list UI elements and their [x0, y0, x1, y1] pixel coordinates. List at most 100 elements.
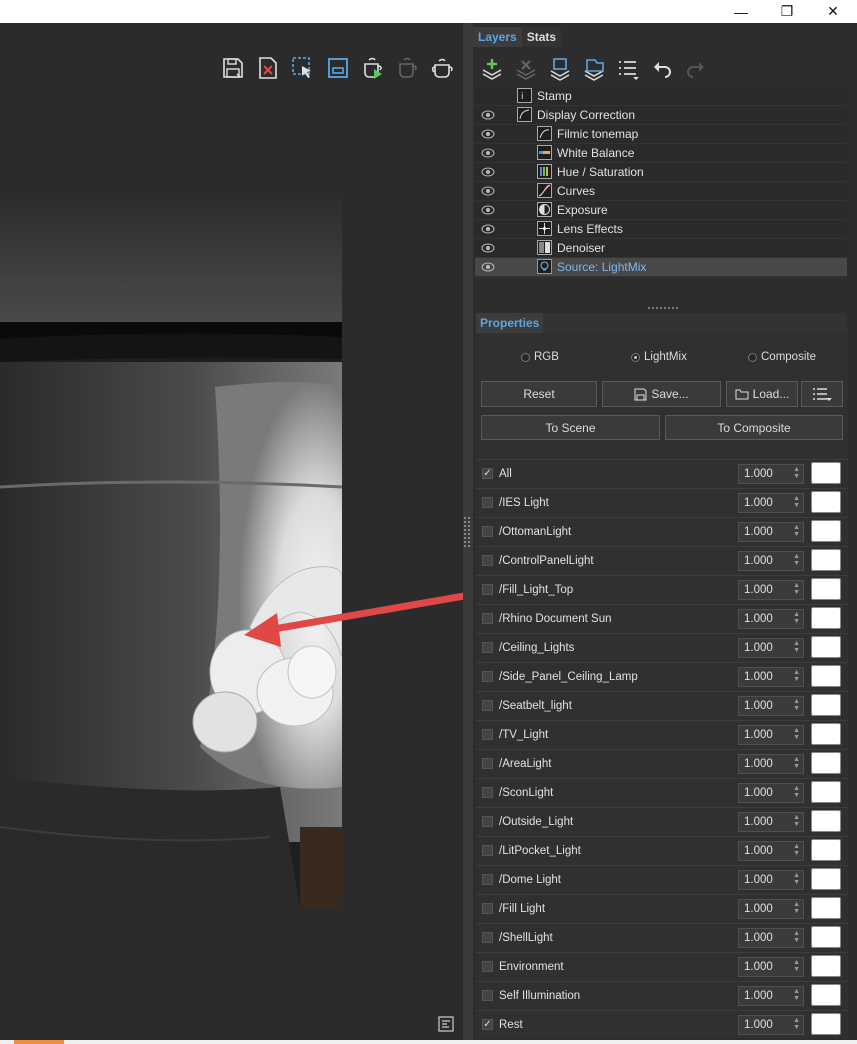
spinner-arrows-icon[interactable]: ▲ ▼ [793, 466, 800, 480]
layer-row-white-balance[interactable]: White Balance [475, 144, 847, 163]
light-color-swatch[interactable] [811, 984, 841, 1006]
layer-row-exposure[interactable]: Exposure [475, 201, 847, 220]
spinner-arrows-icon[interactable]: ▲ ▼ [793, 553, 800, 567]
light-color-swatch[interactable] [811, 636, 841, 658]
light-enable-checkbox[interactable] [482, 555, 493, 566]
light-enable-checkbox[interactable] [482, 613, 493, 624]
light-color-swatch[interactable] [811, 955, 841, 977]
spinner-arrows-icon[interactable]: ▲ ▼ [793, 959, 800, 973]
light-enable-checkbox[interactable] [482, 961, 493, 972]
light-color-swatch[interactable] [811, 839, 841, 861]
light-color-swatch[interactable] [811, 607, 841, 629]
minimize-icon[interactable]: — [718, 0, 764, 23]
layer-row-denoiser[interactable]: Denoiser [475, 239, 847, 258]
tab-stats[interactable]: Stats [521, 27, 562, 47]
light-intensity-spinner[interactable]: 1.000 ▲ ▼ [738, 812, 804, 832]
reset-button[interactable]: Reset [481, 381, 597, 407]
spinner-arrows-icon[interactable]: ▲ ▼ [793, 582, 800, 596]
spinner-arrows-icon[interactable]: ▲ ▼ [793, 872, 800, 886]
layer-row-filmic-tonemap[interactable]: Filmic tonemap [475, 125, 847, 144]
eye-icon[interactable] [481, 262, 495, 272]
panel-splitter[interactable] [463, 23, 473, 1042]
light-color-swatch[interactable] [811, 520, 841, 542]
eye-icon[interactable] [481, 110, 495, 120]
load-button[interactable]: Load... [726, 381, 798, 407]
light-intensity-spinner[interactable]: 1.000 ▲ ▼ [738, 725, 804, 745]
light-intensity-spinner[interactable]: 1.000 ▲ ▼ [738, 580, 804, 600]
light-color-swatch[interactable] [811, 491, 841, 513]
light-enable-checkbox[interactable] [482, 700, 493, 711]
light-color-swatch[interactable] [811, 1013, 841, 1035]
light-enable-checkbox[interactable]: ✓ [482, 468, 493, 479]
close-icon[interactable]: ✕ [810, 0, 856, 23]
light-intensity-spinner[interactable]: 1.000 ▲ ▼ [738, 696, 804, 716]
spinner-arrows-icon[interactable]: ▲ ▼ [793, 669, 800, 683]
light-enable-checkbox[interactable] [482, 671, 493, 682]
spinner-arrows-icon[interactable]: ▲ ▼ [793, 495, 800, 509]
light-color-swatch[interactable] [811, 897, 841, 919]
spinner-arrows-icon[interactable]: ▲ ▼ [793, 930, 800, 944]
eye-icon[interactable] [481, 129, 495, 139]
light-color-swatch[interactable] [811, 694, 841, 716]
layers-properties-splitter[interactable] [473, 306, 857, 312]
save-layers-icon[interactable] [580, 55, 608, 83]
restore-icon[interactable]: ❐ [764, 0, 810, 23]
spinner-arrows-icon[interactable]: ▲ ▼ [793, 524, 800, 538]
light-intensity-spinner[interactable]: 1.000 ▲ ▼ [738, 522, 804, 542]
light-intensity-spinner[interactable]: 1.000 ▲ ▼ [738, 783, 804, 803]
layer-row-hue-saturation[interactable]: Hue / Saturation [475, 163, 847, 182]
light-enable-checkbox[interactable] [482, 787, 493, 798]
light-enable-checkbox[interactable] [482, 816, 493, 827]
eye-icon[interactable] [481, 224, 495, 234]
light-intensity-spinner[interactable]: 1.000 ▲ ▼ [738, 464, 804, 484]
layer-row-curves[interactable]: Curves [475, 182, 847, 201]
light-enable-checkbox[interactable] [482, 845, 493, 856]
light-color-swatch[interactable] [811, 810, 841, 832]
light-intensity-spinner[interactable]: 1.000 ▲ ▼ [738, 1015, 804, 1035]
spinner-arrows-icon[interactable]: ▲ ▼ [793, 901, 800, 915]
light-color-swatch[interactable] [811, 781, 841, 803]
light-enable-checkbox[interactable] [482, 990, 493, 1001]
eye-icon[interactable] [481, 243, 495, 253]
light-intensity-spinner[interactable]: 1.000 ▲ ▼ [738, 667, 804, 687]
spinner-arrows-icon[interactable]: ▲ ▼ [793, 640, 800, 654]
load-layers-icon[interactable] [546, 55, 574, 83]
spinner-arrows-icon[interactable]: ▲ ▼ [793, 611, 800, 625]
light-intensity-spinner[interactable]: 1.000 ▲ ▼ [738, 609, 804, 629]
tab-layers[interactable]: Layers [473, 27, 522, 47]
spinner-arrows-icon[interactable]: ▲ ▼ [793, 814, 800, 828]
eye-icon[interactable] [481, 205, 495, 215]
add-layer-icon[interactable] [478, 55, 506, 83]
light-color-swatch[interactable] [811, 462, 841, 484]
radio-rgb[interactable]: RGB [521, 351, 559, 363]
eye-icon[interactable] [481, 186, 495, 196]
save-button[interactable]: Save... [602, 381, 721, 407]
light-intensity-spinner[interactable]: 1.000 ▲ ▼ [738, 986, 804, 1006]
light-enable-checkbox[interactable] [482, 584, 493, 595]
eye-icon[interactable] [481, 167, 495, 177]
light-intensity-spinner[interactable]: 1.000 ▲ ▼ [738, 551, 804, 571]
light-intensity-spinner[interactable]: 1.000 ▲ ▼ [738, 899, 804, 919]
layer-row-lens-effects[interactable]: Lens Effects [475, 220, 847, 239]
undo-icon[interactable] [648, 55, 676, 83]
spinner-arrows-icon[interactable]: ▲ ▼ [793, 1017, 800, 1031]
light-enable-checkbox[interactable] [482, 758, 493, 769]
light-enable-checkbox[interactable] [482, 642, 493, 653]
layer-row-stamp[interactable]: i Stamp [475, 87, 847, 106]
light-enable-checkbox[interactable] [482, 729, 493, 740]
delete-layer-icon[interactable] [512, 55, 540, 83]
light-intensity-spinner[interactable]: 1.000 ▲ ▼ [738, 841, 804, 861]
layer-row-source-lightmix[interactable]: Source: LightMix [475, 258, 847, 277]
eye-icon[interactable] [481, 148, 495, 158]
layer-menu-icon[interactable] [614, 55, 642, 83]
light-enable-checkbox[interactable] [482, 932, 493, 943]
spinner-arrows-icon[interactable]: ▲ ▼ [793, 988, 800, 1002]
lightmix-menu-button[interactable] [801, 381, 843, 407]
light-enable-checkbox[interactable] [482, 526, 493, 537]
light-color-swatch[interactable] [811, 752, 841, 774]
light-enable-checkbox[interactable] [482, 874, 493, 885]
spinner-arrows-icon[interactable]: ▲ ▼ [793, 756, 800, 770]
redo-icon[interactable] [682, 55, 710, 83]
splitter-grip[interactable] [464, 517, 470, 547]
light-intensity-spinner[interactable]: 1.000 ▲ ▼ [738, 754, 804, 774]
